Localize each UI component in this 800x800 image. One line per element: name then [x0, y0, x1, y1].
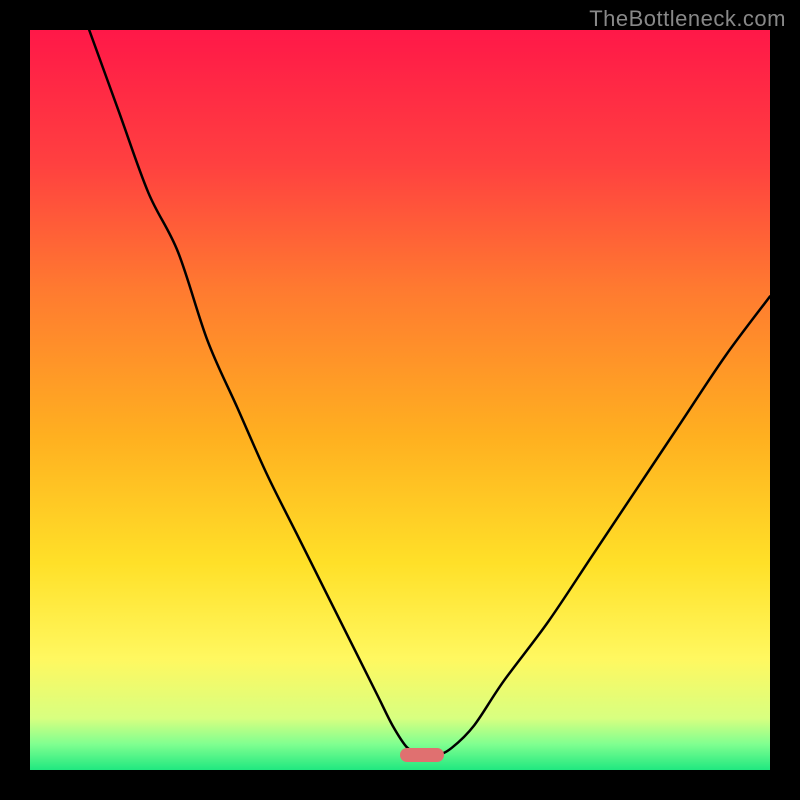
gradient-background — [30, 30, 770, 770]
plot-area — [30, 30, 770, 770]
minimum-marker — [400, 748, 444, 762]
watermark-text: TheBottleneck.com — [589, 6, 786, 32]
chart-frame: TheBottleneck.com — [0, 0, 800, 800]
